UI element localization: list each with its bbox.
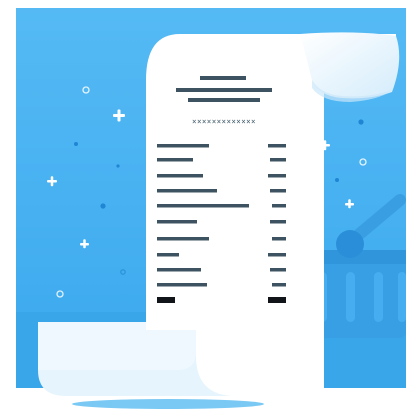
item-name (157, 220, 197, 224)
illustration: ××××××××××××× (0, 0, 420, 416)
item-name (157, 268, 201, 272)
item-name (157, 189, 217, 193)
receipt-code: ××××××××××××× (192, 117, 256, 126)
item-name (157, 253, 179, 257)
receipt-total-label (157, 297, 175, 303)
item-name (157, 204, 249, 208)
item-price (268, 174, 286, 178)
receipt-total-value (268, 297, 286, 303)
item-price (270, 189, 286, 193)
item-price (270, 268, 286, 272)
item-name (157, 158, 193, 162)
item-price (268, 253, 286, 257)
item-name (157, 283, 207, 287)
scene-canvas (16, 8, 406, 409)
item-name (157, 237, 209, 241)
item-price (272, 237, 286, 241)
item-name (157, 144, 209, 148)
item-price (268, 144, 286, 148)
item-price (272, 204, 286, 208)
item-price (270, 220, 286, 224)
item-price (270, 158, 286, 162)
receipt-shadow (72, 399, 264, 409)
item-price (272, 283, 286, 287)
item-name (157, 174, 203, 178)
